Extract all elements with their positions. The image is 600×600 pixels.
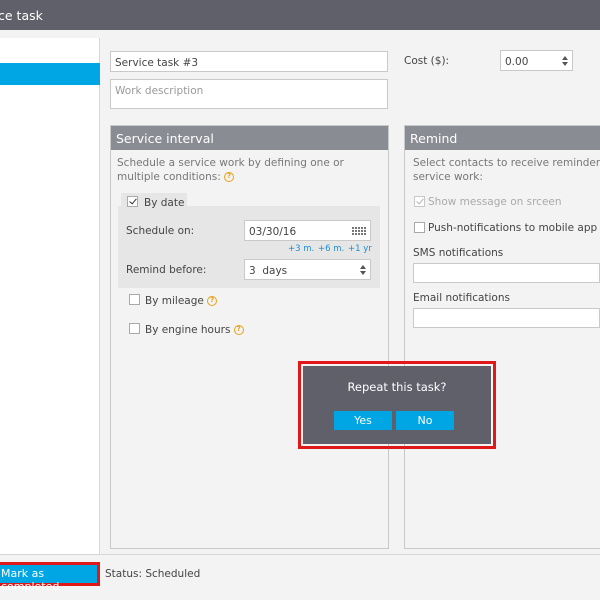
email-notifications-label: Email notifications xyxy=(413,292,510,304)
add-3-months-link[interactable]: +3 m. xyxy=(288,244,314,254)
task-list-sidebar[interactable] xyxy=(0,38,100,554)
status-text: Status: Scheduled xyxy=(105,568,201,580)
help-icon[interactable]: ? xyxy=(224,172,235,182)
service-interval-description: Schedule a service work by defining one … xyxy=(117,156,379,184)
selected-task-item[interactable] xyxy=(0,63,100,85)
sms-notifications-input[interactable] xyxy=(413,263,600,283)
cost-input[interactable]: 0.00 xyxy=(500,50,573,71)
work-description-placeholder: Work description xyxy=(115,85,204,97)
remind-description-line2: service work: xyxy=(413,171,483,183)
by-mileage-label-text: By mileage xyxy=(145,295,204,307)
sms-notifications-label: SMS notifications xyxy=(413,247,504,259)
calendar-icon[interactable] xyxy=(352,227,366,237)
remind-panel: Remind xyxy=(404,125,600,549)
push-notifications-label: Push-notifications to mobile app xyxy=(428,222,598,234)
yes-button[interactable]: Yes xyxy=(334,411,392,430)
add-1-year-link[interactable]: +1 yr xyxy=(348,244,372,254)
no-button[interactable]: No xyxy=(396,411,454,430)
remind-before-input[interactable]: 3 days xyxy=(244,259,371,280)
service-interval-panel: Service interval xyxy=(110,125,389,549)
show-message-label: Show message on srceen xyxy=(428,196,562,208)
cost-value: 0.00 xyxy=(505,56,529,68)
mileage-help-icon[interactable]: ? xyxy=(207,296,218,306)
by-mileage-label: By mileage ? xyxy=(145,295,218,307)
remind-before-label: Remind before: xyxy=(126,264,207,276)
remind-before-value: 3 days xyxy=(249,265,288,277)
by-engine-hours-checkbox[interactable] xyxy=(129,323,140,334)
by-engine-hours-label: By engine hours ? xyxy=(145,324,244,336)
show-message-checkbox[interactable] xyxy=(414,196,425,207)
remind-description-line1: Select contacts to receive reminders tha xyxy=(413,157,600,169)
cost-spinner-icon[interactable] xyxy=(561,56,569,66)
schedule-on-label: Schedule on: xyxy=(126,225,195,237)
window-title: ce task xyxy=(0,8,43,23)
engine-hours-help-icon[interactable]: ? xyxy=(233,325,244,335)
remind-spinner-icon[interactable] xyxy=(359,265,367,275)
schedule-date-input[interactable]: 03/30/16 xyxy=(244,220,371,241)
remind-title: Remind xyxy=(405,126,600,150)
by-mileage-checkbox[interactable] xyxy=(129,294,140,305)
mark-as-completed-button[interactable]: Mark as completed xyxy=(0,565,97,593)
by-date-label: By date xyxy=(144,197,185,209)
by-date-checkbox[interactable] xyxy=(127,196,138,207)
add-6-months-link[interactable]: +6 m. xyxy=(318,244,344,254)
email-notifications-input[interactable] xyxy=(413,308,600,328)
push-notifications-checkbox[interactable] xyxy=(414,222,425,233)
schedule-date-value: 03/30/16 xyxy=(249,226,297,238)
work-description-input[interactable]: Work description xyxy=(110,79,388,109)
task-name-value: Service task #3 xyxy=(115,57,199,69)
cost-label: Cost ($): xyxy=(404,55,450,67)
by-engine-hours-label-text: By engine hours xyxy=(145,324,231,336)
repeat-task-dialog: Repeat this task? Yes No xyxy=(303,366,491,444)
service-interval-title: Service interval xyxy=(111,126,388,150)
window-titlebar: ce task xyxy=(0,0,600,30)
repeat-task-question: Repeat this task? xyxy=(347,380,447,394)
task-name-input[interactable]: Service task #3 xyxy=(110,51,388,72)
